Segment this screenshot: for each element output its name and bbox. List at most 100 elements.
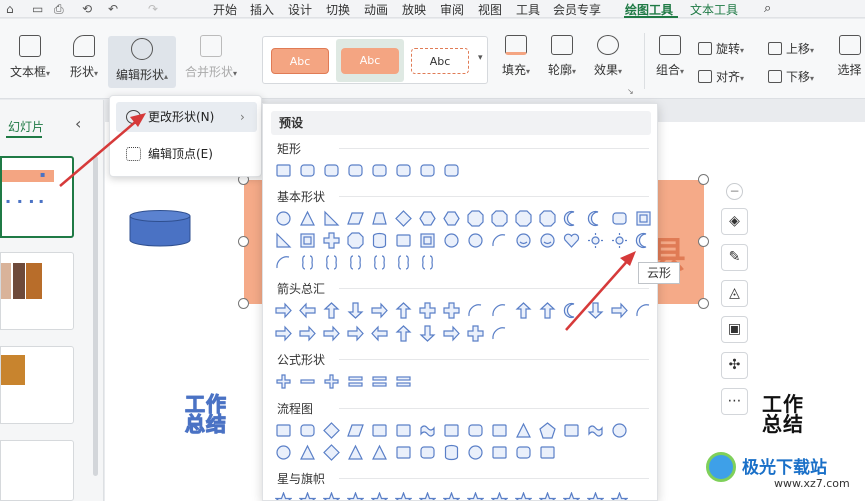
rrect-shape-icon[interactable] [395, 162, 412, 179]
rect-shape-icon[interactable] [395, 422, 412, 439]
arrL-shape-icon[interactable] [371, 325, 388, 342]
oct-shape-icon[interactable] [467, 210, 484, 227]
resize-handle[interactable] [238, 298, 249, 309]
effect-button[interactable]: 效果▾ [588, 31, 628, 85]
style-swatch-2[interactable]: Abc [341, 48, 399, 74]
arrR-shape-icon[interactable] [611, 302, 628, 319]
rect-shape-icon[interactable] [395, 444, 412, 461]
brace-shape-icon[interactable] [299, 254, 316, 271]
change-shape-item[interactable]: 更改形状(N) › [116, 102, 257, 132]
rtri-shape-icon[interactable] [275, 232, 292, 249]
tab-text-tools[interactable]: 文本工具 [690, 1, 738, 18]
redo-icon[interactable]: ↷ [148, 2, 158, 16]
star-shape-icon[interactable] [611, 492, 628, 500]
frame-shape-icon[interactable] [419, 232, 436, 249]
minimize-tools-icon[interactable]: − [726, 183, 743, 200]
merge-shape-button[interactable]: 合并形状▾ [180, 25, 242, 91]
hex-shape-icon[interactable] [443, 210, 460, 227]
rrect-shape-icon[interactable] [299, 162, 316, 179]
layers-icon[interactable]: ◈ [721, 208, 748, 235]
arrD-shape-icon[interactable] [587, 302, 604, 319]
tri-shape-icon[interactable] [515, 422, 532, 439]
print-icon[interactable]: ⎙ [54, 2, 64, 17]
slide-thumbnail-2[interactable] [0, 252, 74, 330]
brace-shape-icon[interactable] [323, 254, 340, 271]
tab-transition[interactable]: 切换 [326, 1, 350, 18]
tri-shape-icon[interactable] [299, 444, 316, 461]
cross-shape-icon[interactable] [443, 302, 460, 319]
star-shape-icon[interactable] [587, 492, 604, 500]
brace-shape-icon[interactable] [395, 254, 412, 271]
preview-icon[interactable]: ⟲ [82, 2, 92, 16]
rotate-button[interactable]: 旋转▾ [698, 40, 744, 57]
star-shape-icon[interactable] [371, 492, 388, 500]
star-shape-icon[interactable] [299, 492, 316, 500]
moon-shape-icon[interactable] [563, 302, 580, 319]
cross-shape-icon[interactable] [323, 232, 340, 249]
arrR-shape-icon[interactable] [323, 325, 340, 342]
circle-shape-icon[interactable] [611, 422, 628, 439]
star-shape-icon[interactable] [275, 492, 292, 500]
slide-title-right[interactable]: 工作总结 [762, 394, 812, 434]
align-button[interactable]: 对齐▾ [698, 68, 744, 85]
expand-icon[interactable]: ↘ [627, 87, 634, 96]
star-shape-icon[interactable] [443, 492, 460, 500]
rect-shape-icon[interactable] [275, 422, 292, 439]
rrect-shape-icon[interactable] [371, 162, 388, 179]
circle-shape-icon[interactable] [467, 232, 484, 249]
cyl-shape-icon[interactable] [371, 232, 388, 249]
star-shape-icon[interactable] [563, 492, 580, 500]
arrU-shape-icon[interactable] [395, 325, 412, 342]
rect-shape-icon[interactable] [563, 422, 580, 439]
sun-shape-icon[interactable] [587, 232, 604, 249]
more-icon[interactable]: ⋯ [721, 388, 748, 415]
edit-points-item[interactable]: 编辑顶点(E) [116, 139, 257, 169]
arrD-shape-icon[interactable] [347, 302, 364, 319]
arrU-shape-icon[interactable] [323, 302, 340, 319]
dia-shape-icon[interactable] [323, 444, 340, 461]
move-down-button[interactable]: 下移▾ [768, 68, 814, 85]
resize-handle[interactable] [698, 236, 709, 247]
heart-shape-icon[interactable] [563, 232, 580, 249]
undo-icon[interactable]: ↶ [108, 2, 118, 16]
eq-shape-icon[interactable] [371, 373, 388, 390]
rrect-shape-icon[interactable] [299, 422, 316, 439]
rect-shape-icon[interactable] [443, 422, 460, 439]
rect-shape-icon[interactable] [275, 162, 292, 179]
slide-thumbnail-4[interactable] [0, 440, 74, 501]
star-shape-icon[interactable] [419, 492, 436, 500]
slide-thumbnail-1[interactable]: ▪ ▪ ▪ ▪ ▪ [0, 156, 74, 238]
para-shape-icon[interactable] [347, 210, 364, 227]
arc-shape-icon[interactable] [491, 232, 508, 249]
oct-shape-icon[interactable] [491, 210, 508, 227]
pen-icon[interactable]: ✎ [721, 244, 748, 271]
brace-shape-icon[interactable] [347, 254, 364, 271]
arc-shape-icon[interactable] [467, 302, 484, 319]
smile-shape-icon[interactable] [515, 232, 532, 249]
magic-icon[interactable]: ✣ [721, 352, 748, 379]
star-shape-icon[interactable] [347, 492, 364, 500]
slide-thumbnail-3[interactable] [0, 346, 74, 424]
star-shape-icon[interactable] [467, 492, 484, 500]
rect-shape-icon[interactable] [371, 422, 388, 439]
pent-shape-icon[interactable] [539, 422, 556, 439]
oct-shape-icon[interactable] [515, 210, 532, 227]
tri-shape-icon[interactable] [371, 444, 388, 461]
arrR-shape-icon[interactable] [299, 325, 316, 342]
star-shape-icon[interactable] [491, 492, 508, 500]
gallery-more-icon[interactable]: ▾ [478, 53, 483, 63]
textbox-button[interactable]: 文本框▾ [4, 25, 56, 91]
oct-shape-icon[interactable] [539, 210, 556, 227]
tab-review[interactable]: 审阅 [440, 1, 464, 18]
shape-button[interactable]: 形状▾ [62, 25, 106, 91]
rrect-shape-icon[interactable] [467, 422, 484, 439]
tab-tools[interactable]: 工具 [516, 1, 540, 18]
cyl-shape-icon[interactable] [443, 444, 460, 461]
arrR-shape-icon[interactable] [275, 325, 292, 342]
minus-shape-icon[interactable] [299, 373, 316, 390]
star-shape-icon[interactable] [539, 492, 556, 500]
fill-button[interactable]: 填充▾ [498, 31, 534, 85]
frame-shape-icon[interactable] [299, 232, 316, 249]
arrR-shape-icon[interactable] [371, 302, 388, 319]
tab-view[interactable]: 视图 [478, 1, 502, 18]
